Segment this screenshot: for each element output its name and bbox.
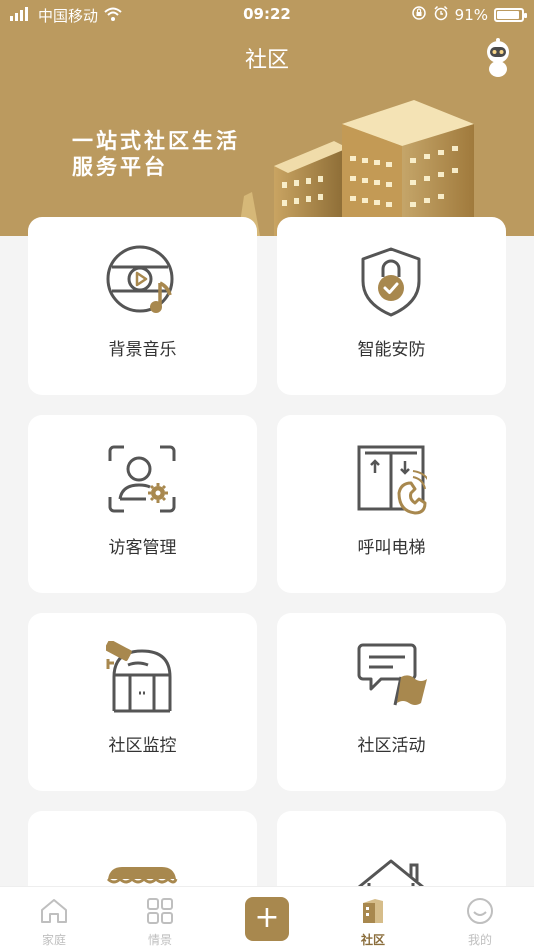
service-card-call-elevator[interactable]: 呼叫电梯 xyxy=(277,415,506,593)
tab-label: 情景 xyxy=(147,933,172,947)
service-card-visitor-management[interactable]: 访客管理 xyxy=(28,415,257,593)
slogan: 一站式社区生活 服务平台 xyxy=(72,128,240,180)
add-button[interactable]: + xyxy=(245,897,289,941)
service-label: 背景音乐 xyxy=(108,340,177,360)
tab-home[interactable]: 家庭 xyxy=(14,895,94,948)
chat-flag-icon xyxy=(357,643,427,706)
tab-mine[interactable]: 我的 xyxy=(440,895,520,948)
tab-label: 我的 xyxy=(467,933,492,947)
robot-assistant-icon[interactable] xyxy=(482,38,514,78)
community-building-icon xyxy=(363,899,383,923)
service-card-smart-security[interactable]: 智能安防 xyxy=(277,217,506,395)
alarm-icon xyxy=(433,5,449,25)
grid-icon xyxy=(147,898,173,924)
status-bar: 中国移动 09:22 91% xyxy=(0,0,534,30)
tab-scenes[interactable]: 情景 xyxy=(120,895,200,948)
service-label: 呼叫电梯 xyxy=(357,538,426,558)
shield-lock-icon xyxy=(361,247,421,317)
monitoring-camera-icon xyxy=(106,641,172,713)
tab-label: 家庭 xyxy=(41,933,66,947)
tab-label: 社区 xyxy=(360,933,385,947)
home-icon xyxy=(41,899,67,923)
elevator-icon xyxy=(357,445,427,515)
service-card-community-monitoring[interactable]: 社区监控 xyxy=(28,613,257,791)
visitor-scan-icon xyxy=(108,445,176,513)
battery-percent: 91% xyxy=(454,6,488,24)
page-title: 社区 xyxy=(244,48,289,73)
service-label: 社区监控 xyxy=(108,736,177,756)
service-label: 智能安防 xyxy=(357,340,426,360)
tab-community[interactable]: 社区 xyxy=(333,895,413,948)
rotation-lock-icon xyxy=(411,5,427,25)
service-card-community-activities[interactable]: 社区活动 xyxy=(277,613,506,791)
battery-icon xyxy=(494,8,527,22)
slogan-line-1: 一站式社区生活 xyxy=(72,129,240,153)
header-banner: 中国移动 09:22 91% 社区 一站式社区生活 服务平台 xyxy=(0,0,534,236)
slogan-line-2: 服务平台 xyxy=(72,155,168,179)
music-disc-icon xyxy=(106,245,174,313)
plus-icon: + xyxy=(254,900,280,935)
smile-icon xyxy=(467,898,493,924)
tab-bar: 家庭 情景 + 社区 我的 xyxy=(0,886,534,950)
service-card-background-music[interactable]: 背景音乐 xyxy=(28,217,257,395)
service-label: 访客管理 xyxy=(108,538,177,558)
building-illustration xyxy=(238,96,478,236)
service-label: 社区活动 xyxy=(357,736,426,756)
